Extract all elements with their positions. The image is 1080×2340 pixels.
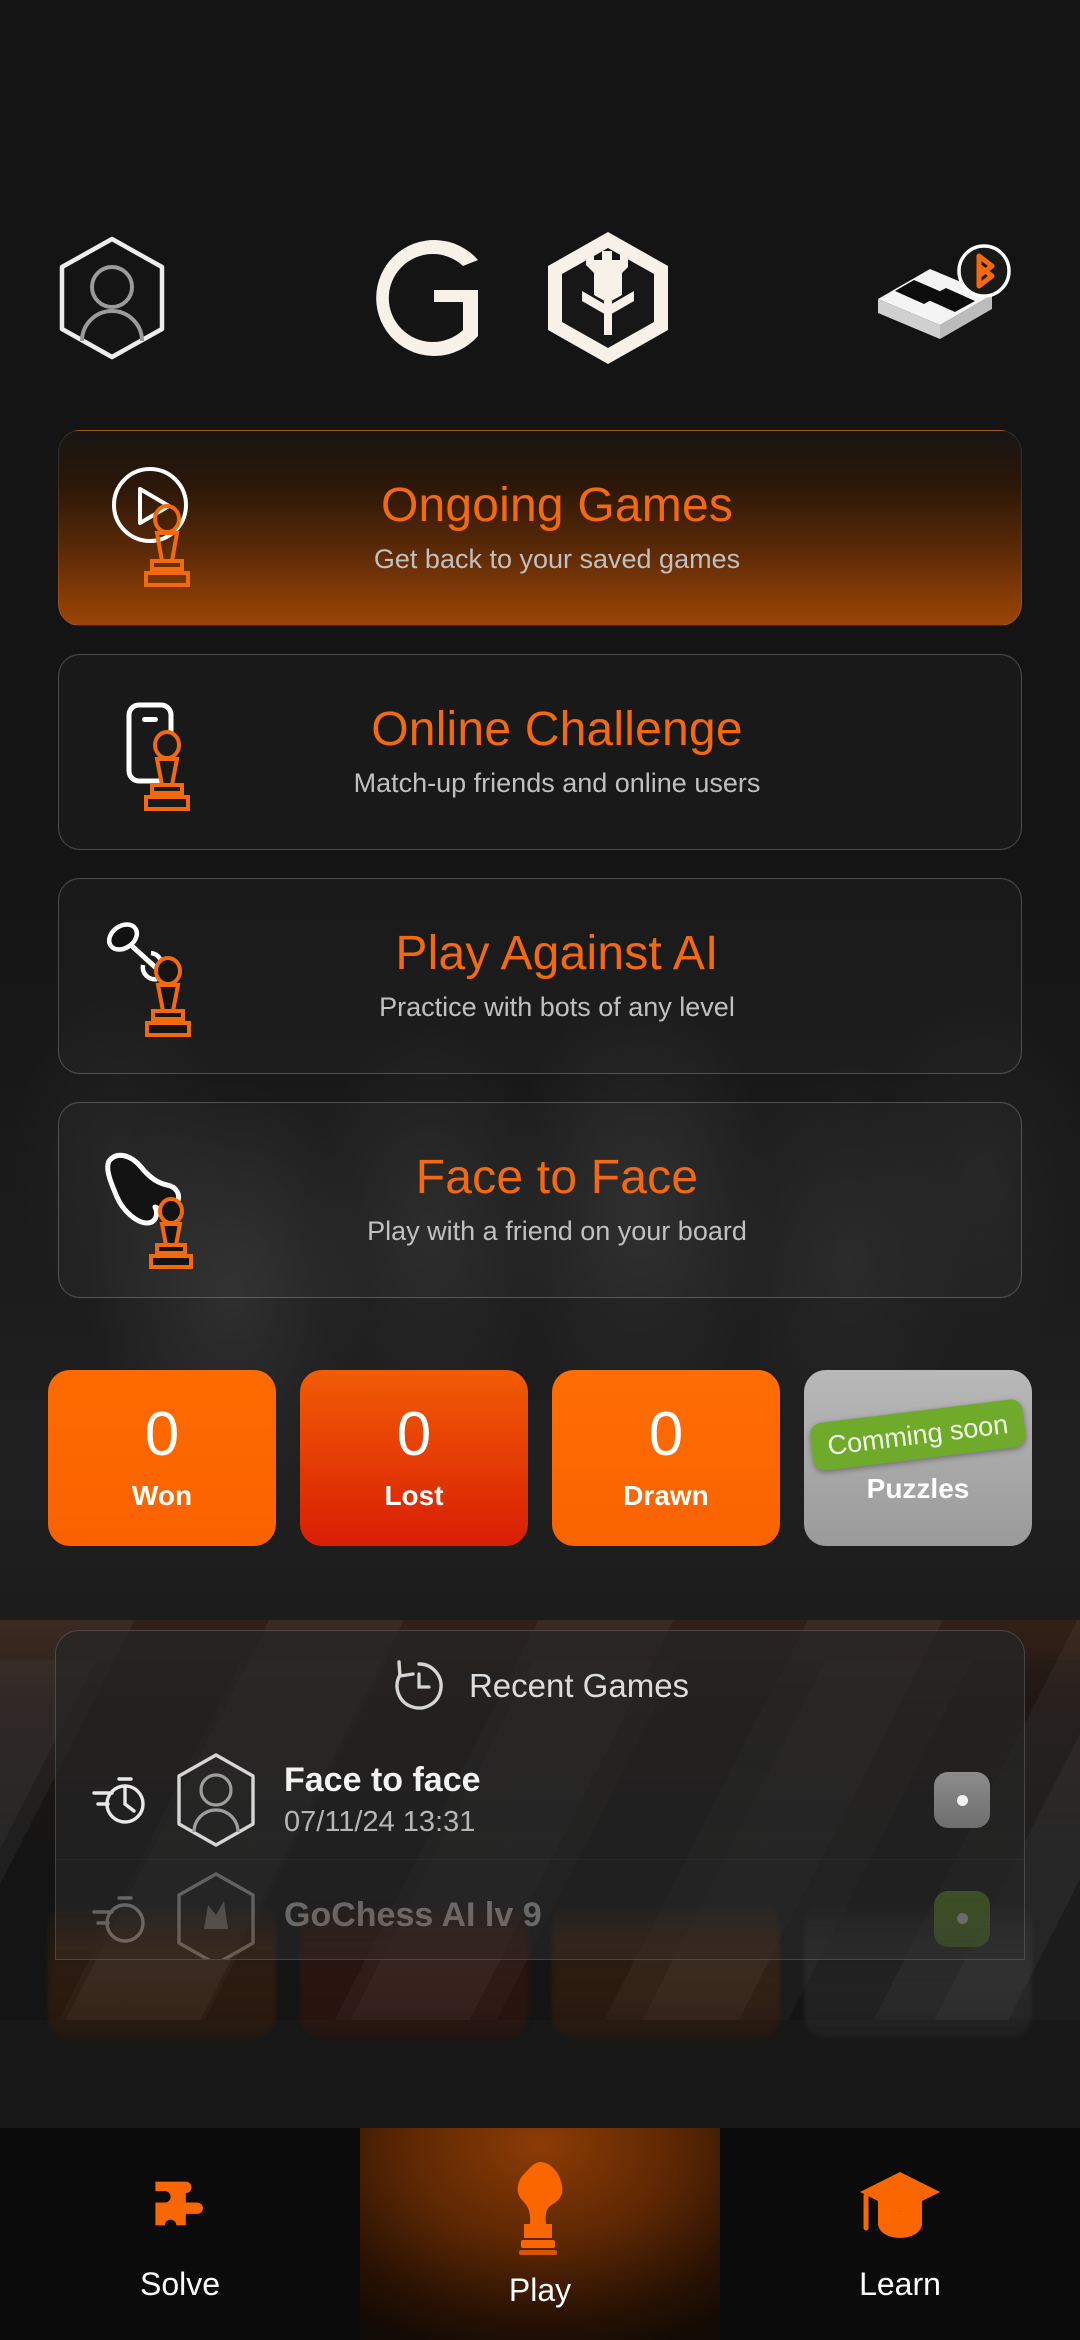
menu-card-subtitle: Get back to your saved games <box>373 544 741 575</box>
stat-tile-won[interactable]: 0 Won <box>48 1370 276 1546</box>
reflection-won <box>48 1888 276 2038</box>
game-result-badge[interactable] <box>934 1772 990 1828</box>
logo-letter-g-icon <box>376 239 478 356</box>
stat-label: Puzzles <box>866 1473 970 1505</box>
user-avatar-hexagon-icon <box>177 1753 255 1847</box>
user-avatar-hexagon-icon <box>59 236 165 360</box>
menu-card-title: Face to Face <box>415 1150 699 1204</box>
menu-card-subtitle: Practice with bots of any level <box>379 992 735 1023</box>
stat-tile-puzzles[interactable]: Comming soon Puzzles <box>804 1370 1032 1546</box>
profile-avatar-button[interactable] <box>56 235 168 361</box>
reflection-lost <box>300 1888 528 2038</box>
recent-game-row[interactable]: Face to face 07/11/24 13:31 <box>56 1741 1024 1859</box>
bottom-navigation-bar: Solve Play Learn <box>0 2128 1080 2340</box>
menu-card-ongoing-games[interactable]: Ongoing Games Get back to your saved gam… <box>58 430 1022 626</box>
logo-hex-rook-icon <box>548 232 668 364</box>
nav-item-learn[interactable]: Learn <box>720 2128 1080 2340</box>
history-clock-icon <box>395 1660 443 1710</box>
menu-card-subtitle: Match-up friends and online users <box>353 768 761 799</box>
puzzle-piece-icon <box>155 2181 203 2225</box>
menu-card-online-challenge[interactable]: Online Challenge Match-up friends and on… <box>58 654 1022 850</box>
stopwatch-icon <box>92 1777 145 1824</box>
nav-label: Play <box>508 2271 572 2308</box>
gochess-logo <box>368 229 674 367</box>
nav-item-play[interactable]: Play <box>360 2128 720 2340</box>
stat-value: 0 <box>396 1400 432 1469</box>
stat-value: 0 <box>144 1400 180 1469</box>
robot-arm-pawn-icon <box>93 901 243 1051</box>
stat-tile-drawn[interactable]: 0 Drawn <box>552 1370 780 1546</box>
nav-label: Learn <box>859 2265 941 2302</box>
stat-label: Won <box>131 1480 193 1511</box>
game-date: 07/11/24 13:31 <box>284 1806 476 1838</box>
stat-tiles-reflection <box>48 1888 1032 2038</box>
menu-card-title: Online Challenge <box>371 702 743 756</box>
recent-games-title: Recent Games <box>468 1667 690 1704</box>
menu-card-play-against-ai[interactable]: Play Against AI Practice with bots of an… <box>58 878 1022 1074</box>
play-pawn-icon <box>93 453 243 603</box>
graduation-cap-icon <box>860 2171 940 2238</box>
nav-label: Solve <box>139 2265 221 2302</box>
recent-games-header: Recent Games <box>56 1631 1024 1741</box>
phone-pawn-icon <box>93 677 243 827</box>
menu-card-title: Play Against AI <box>395 926 719 980</box>
coming-soon-badge: Comming soon <box>809 1397 1027 1473</box>
white-dot-icon <box>956 1794 968 1806</box>
main-menu-card-list: Ongoing Games Get back to your saved gam… <box>58 430 1022 1298</box>
bluetooth-chessboard-icon <box>878 244 1011 339</box>
stat-label: Drawn <box>623 1480 709 1511</box>
app-header <box>0 218 1080 378</box>
menu-card-face-to-face[interactable]: Face to Face Play with a friend on your … <box>58 1102 1022 1298</box>
stat-label: Lost <box>384 1480 444 1511</box>
stat-value: 0 <box>648 1400 684 1469</box>
app-screen: Ongoing Games Get back to your saved gam… <box>0 0 1080 2340</box>
game-title: Face to face <box>284 1761 481 1799</box>
bluetooth-board-button[interactable] <box>874 243 1024 353</box>
nav-item-solve[interactable]: Solve <box>0 2128 360 2340</box>
stats-tile-row: 0 Won 0 Lost 0 Drawn Comming soon Puzzle… <box>48 1370 1032 1546</box>
reflection-puzzles <box>804 1888 1032 2038</box>
stat-tile-lost[interactable]: 0 Lost <box>300 1370 528 1546</box>
hand-pawn-icon <box>93 1125 243 1275</box>
reflection-drawn <box>552 1888 780 2038</box>
knight-chess-icon <box>517 2161 563 2255</box>
menu-card-title: Ongoing Games <box>380 478 734 532</box>
menu-card-subtitle: Play with a friend on your board <box>367 1216 747 1247</box>
